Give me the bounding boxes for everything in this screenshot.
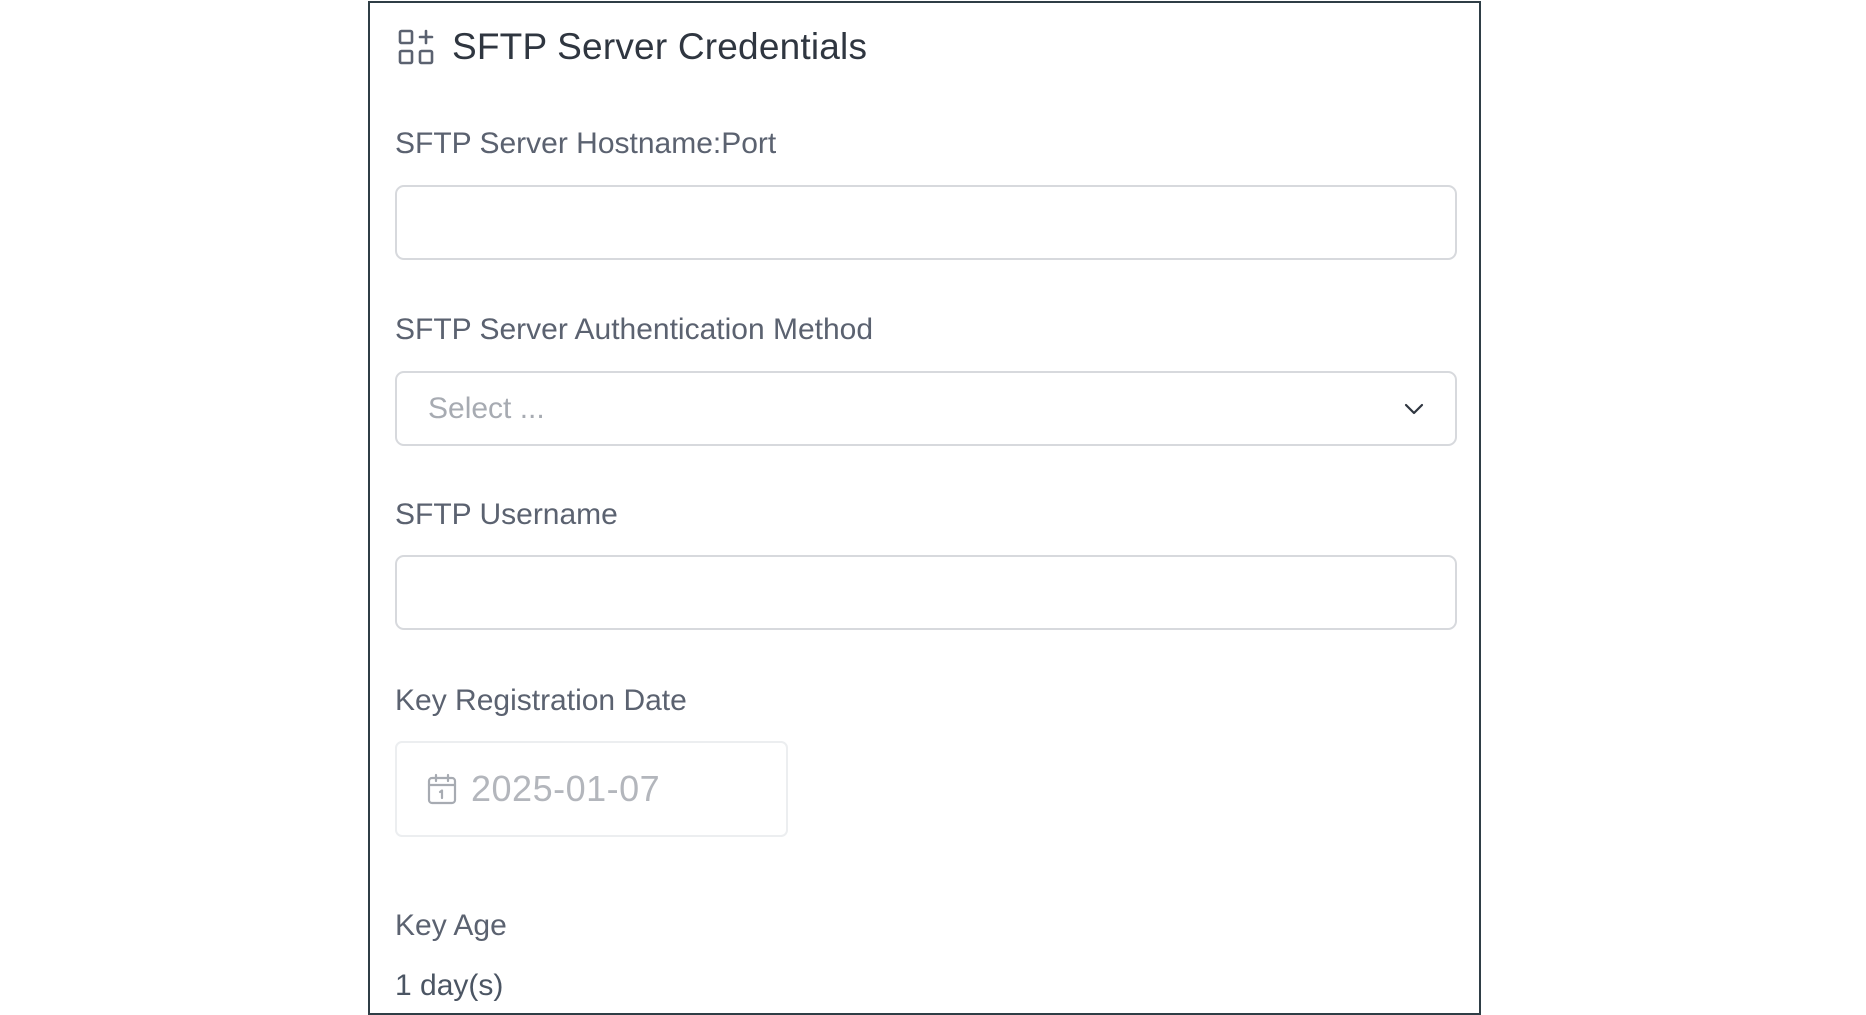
key-registration-date-label: Key Registration Date bbox=[395, 684, 687, 717]
panel-header: SFTP Server Credentials bbox=[398, 23, 867, 71]
chevron-down-icon bbox=[1403, 398, 1425, 420]
sftp-username-input[interactable] bbox=[395, 555, 1457, 630]
username-label: SFTP Username bbox=[395, 498, 618, 531]
hostname-label: SFTP Server Hostname:Port bbox=[395, 127, 777, 160]
key-registration-date-value: 2025-01-07 bbox=[471, 768, 661, 809]
panel-title: SFTP Server Credentials bbox=[452, 26, 868, 67]
key-age-label: Key Age bbox=[395, 909, 507, 942]
auth-method-placeholder: Select ... bbox=[428, 391, 545, 425]
hostname-port-input[interactable] bbox=[395, 185, 1457, 260]
widget-add-icon bbox=[398, 29, 434, 65]
auth-method-select[interactable]: Select ... bbox=[395, 371, 1457, 446]
auth-method-label: SFTP Server Authentication Method bbox=[395, 313, 874, 346]
key-age-value: 1 day(s) bbox=[395, 969, 504, 1002]
key-registration-date-input[interactable]: 2025-01-07 bbox=[395, 741, 788, 837]
sftp-credentials-panel: SFTP Server Credentials SFTP Server Host… bbox=[368, 1, 1481, 1015]
calendar-icon bbox=[427, 773, 457, 805]
